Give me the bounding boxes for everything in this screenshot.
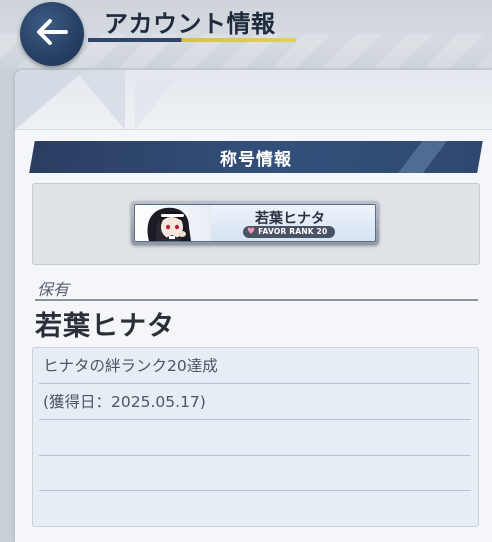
plate-title-name: 若葉ヒナタ: [255, 211, 325, 227]
title-info-panel: 称号情報 若葉ヒナタ ♥ FAVOR RANK 20 保有 若葉ヒナタ ヒナタの…: [15, 70, 492, 542]
character-portrait: [135, 205, 211, 241]
favor-rank-text: FAVOR RANK 20: [258, 227, 328, 236]
desc-rule: [39, 455, 471, 456]
acquired-date: (獲得日：2025.05.17): [43, 393, 206, 411]
favor-rank-badge: ♥ FAVOR RANK 20: [243, 226, 336, 238]
title-plate[interactable]: 若葉ヒナタ ♥ FAVOR RANK 20: [131, 201, 379, 245]
unlock-condition: ヒナタの絆ランク20達成: [43, 357, 218, 375]
description-box: ヒナタの絆ランク20達成 (獲得日：2025.05.17): [32, 347, 479, 527]
back-button[interactable]: [20, 2, 84, 66]
desc-rule: [39, 383, 471, 384]
title-underline: [88, 38, 296, 42]
owned-divider: [35, 299, 478, 301]
desc-rule: [39, 419, 471, 420]
page-title: アカウント情報: [104, 10, 276, 38]
title-preview-box: 若葉ヒナタ ♥ FAVOR RANK 20: [32, 183, 480, 265]
panel-decoration: [15, 70, 492, 130]
page-title-group: アカウント情報: [88, 2, 298, 42]
desc-rule: [39, 490, 471, 491]
title-name: 若葉ヒナタ: [35, 311, 175, 342]
panel-divider: [15, 129, 492, 130]
heart-icon: ♥: [247, 227, 256, 237]
arrow-left-icon: [32, 12, 72, 56]
owned-status-label: 保有: [37, 280, 70, 299]
section-title: 称号情報: [220, 149, 292, 170]
